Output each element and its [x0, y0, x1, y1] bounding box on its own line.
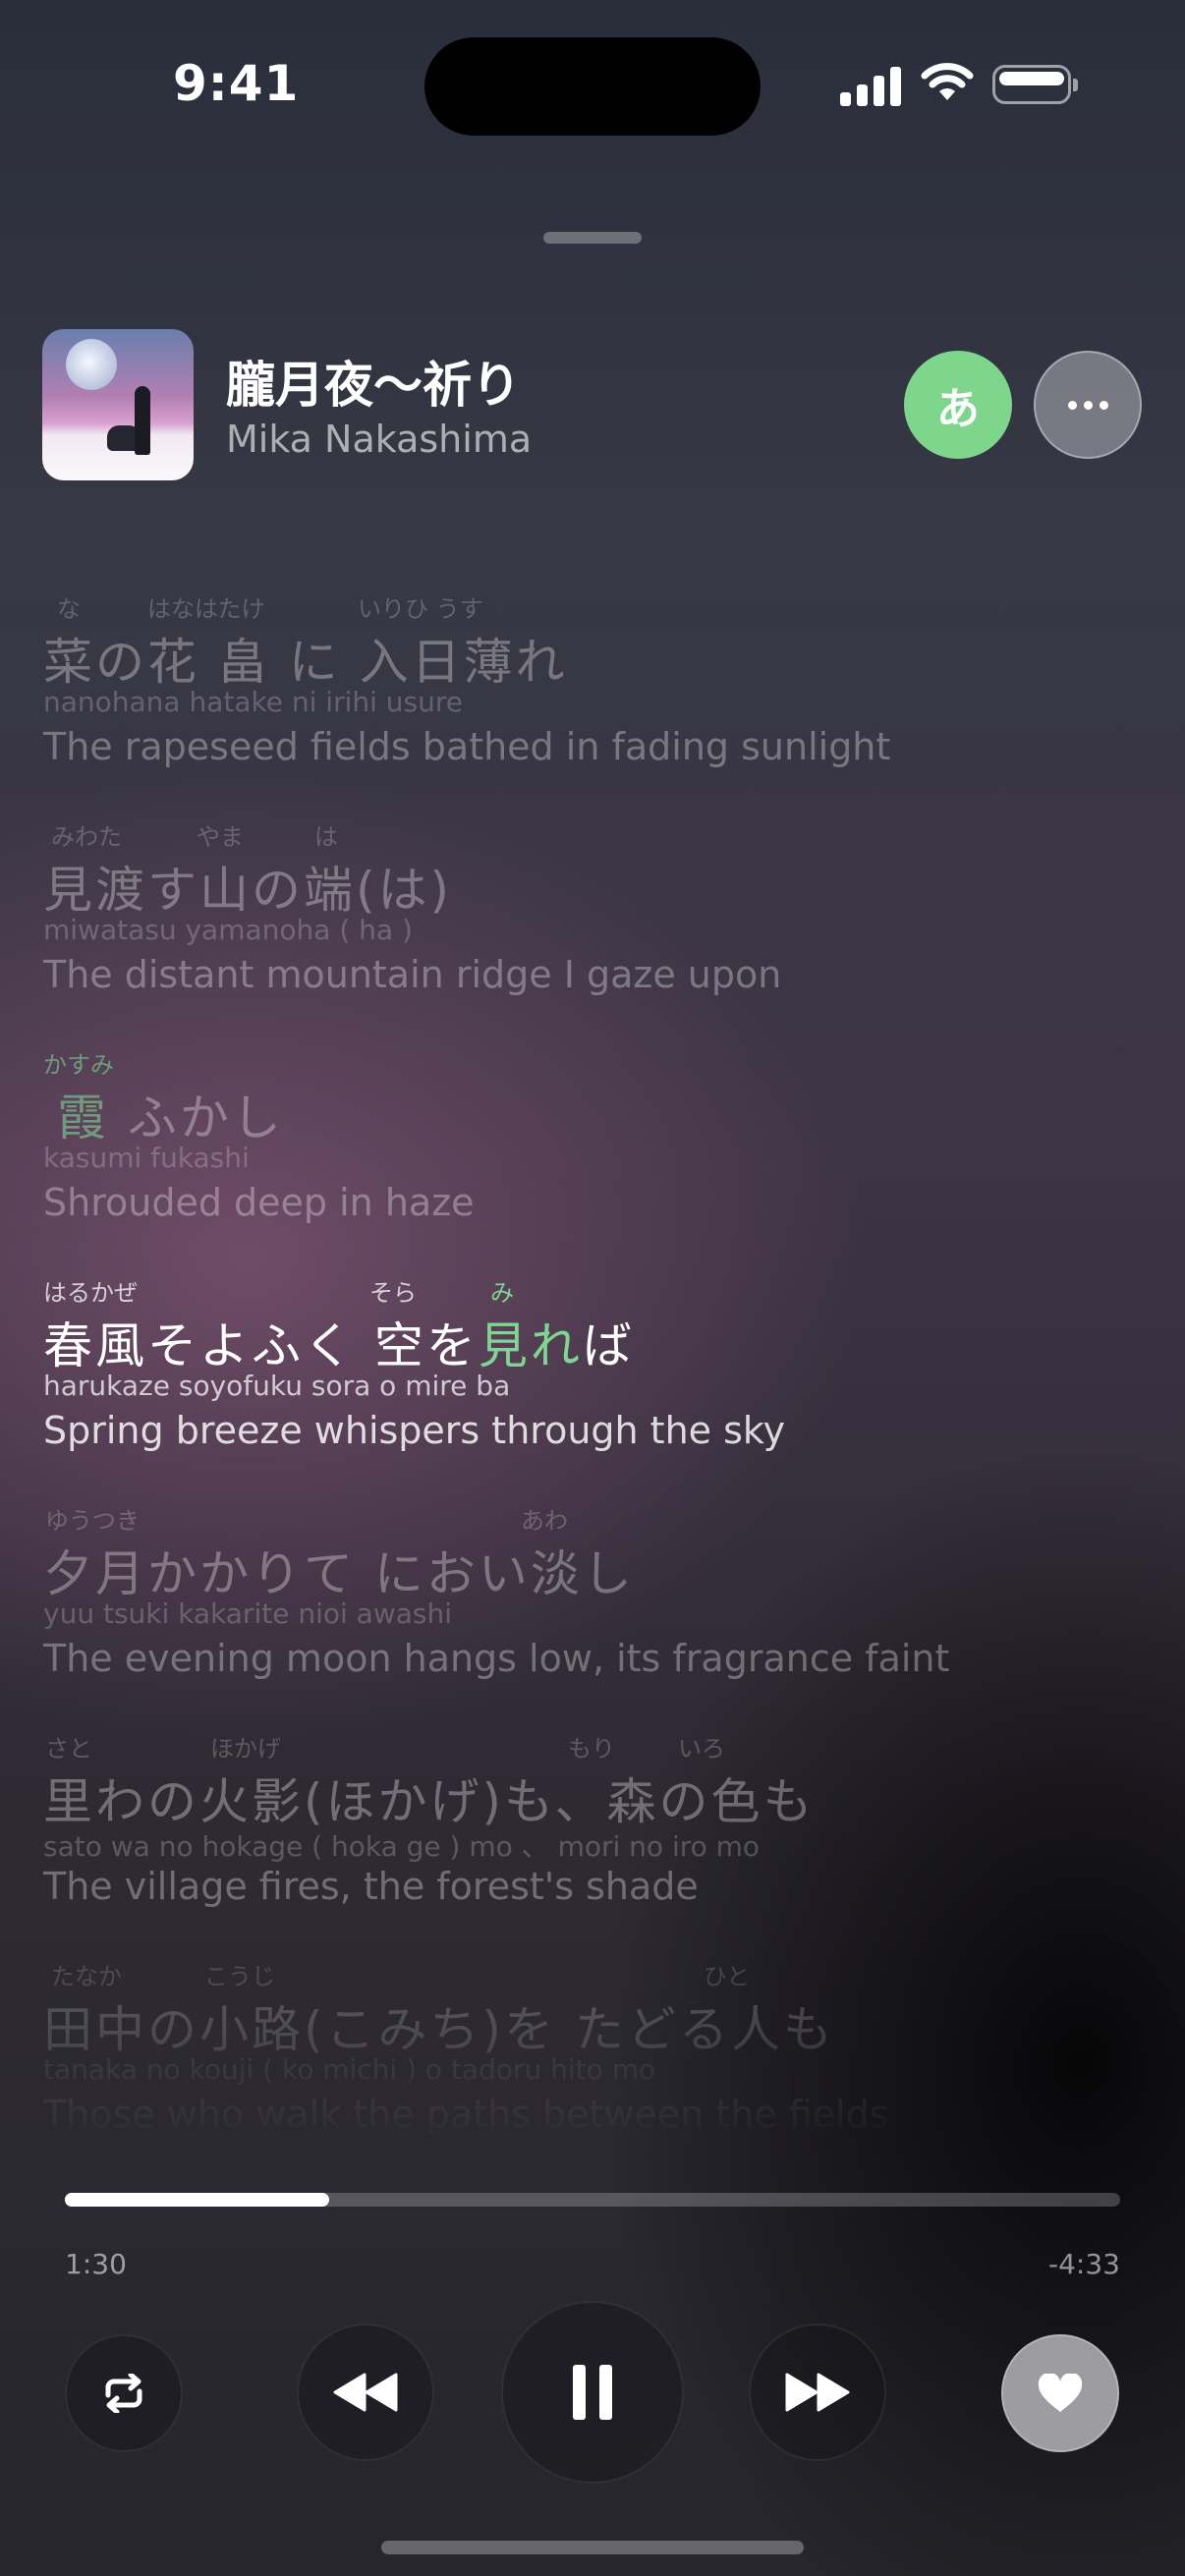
lyric-text: 里わの火影(ほかげ)も、森の色も	[43, 1773, 816, 1830]
progress-scrubber[interactable]	[65, 2193, 1120, 2207]
lyric-translation: Spring breeze whispers through the sky	[43, 1409, 786, 1452]
wifi-icon	[921, 63, 974, 100]
lyric-ruby: そら	[369, 1279, 417, 1307]
song-artist[interactable]: Mika Nakashima	[226, 418, 532, 461]
previous-button[interactable]	[297, 2324, 434, 2461]
lyric-ruby: ほかげ	[210, 1735, 281, 1763]
more-options-button[interactable]	[1034, 351, 1142, 459]
lyrics-view[interactable]: な はなはたけ いりひ うす 菜の花 畠 に 入日薄れ nanohana hat…	[0, 575, 1185, 2147]
lyric-translation: The evening moon hangs low, its fragranc…	[43, 1637, 950, 1680]
lyric-line[interactable]: みわた やま は 見渡す山の端(は) miwatasu yamanoha ( h…	[43, 817, 1144, 996]
lyric-ruby: こうじ	[204, 1963, 275, 1990]
sheet-grabber[interactable]	[543, 232, 642, 244]
lyric-ruby: ひと	[704, 1963, 751, 1990]
repeat-button[interactable]	[65, 2334, 183, 2452]
lyric-ruby: いりひ うす	[358, 595, 483, 623]
lyric-ruby: みわた	[51, 823, 122, 851]
lyric-ruby: み	[490, 1279, 514, 1307]
next-button[interactable]	[749, 2324, 886, 2461]
lyric-text: 見渡す山の端(は)	[43, 862, 453, 919]
play-pause-button[interactable]	[501, 2301, 684, 2484]
lyric-ruby: たなか	[51, 1963, 122, 1990]
home-indicator[interactable]	[381, 2541, 804, 2554]
lyric-line[interactable]: たなか こうじ ひと 田中の小路(こみち)を たどる人も tanaka no k…	[43, 1957, 1144, 2136]
dynamic-island	[424, 37, 761, 136]
lyric-ruby: ゆうつき	[45, 1507, 140, 1535]
lyric-text: 夕月かかりて におい淡し	[43, 1545, 635, 1602]
lyric-ruby: あわ	[521, 1507, 568, 1535]
remaining-time: -4:33	[1048, 2248, 1120, 2280]
lyric-translation: Those who walk the paths between the fie…	[43, 2093, 889, 2136]
lyric-ruby: いろ	[678, 1735, 725, 1763]
backward-icon	[333, 2373, 398, 2412]
album-artwork[interactable]	[42, 329, 194, 480]
lyric-translation: The rapeseed fields bathed in fading sun…	[43, 725, 891, 768]
lyric-translation: The distant mountain ridge I gaze upon	[43, 953, 782, 996]
repeat-icon	[105, 2374, 142, 2413]
song-title: 朧月夜〜祈り	[226, 357, 521, 414]
lyric-line[interactable]: な はなはたけ いりひ うす 菜の花 畠 に 入日薄れ nanohana hat…	[43, 589, 1144, 768]
lyric-line[interactable]: ゆうつき あわ 夕月かかりて におい淡し yuu tsuki kakarite …	[43, 1501, 1144, 1680]
furigana-toggle-button[interactable]: あ	[904, 351, 1012, 459]
more-icon	[1067, 400, 1077, 410]
progress-fill	[65, 2193, 329, 2207]
lyric-ruby: は	[314, 823, 338, 851]
heart-icon	[1038, 2374, 1083, 2412]
lyric-translation: The village fires, the forest's shade	[43, 1865, 699, 1908]
lyric-ruby: かすみ	[43, 1051, 114, 1079]
pause-icon	[573, 2365, 612, 2420]
lyric-ruby: な	[57, 595, 81, 623]
lyric-line-current[interactable]: はるかぜ そら み 春風そよふく 空を見れば harukaze soyofuku…	[43, 1273, 1144, 1452]
lyric-ruby: はなはたけ	[147, 595, 265, 623]
lyric-line[interactable]: かすみ 霞 ふかし kasumi fukashi Shrouded deep i…	[43, 1045, 1144, 1224]
forward-icon	[785, 2373, 850, 2412]
lyric-line[interactable]: さと ほかげ もり いろ 里わの火影(ほかげ)も、森の色も sato wa no…	[43, 1729, 1144, 1908]
lyric-ruby: はるかぜ	[43, 1279, 138, 1307]
lyric-text: 春風そよふく 空を見れば	[43, 1317, 635, 1374]
lyric-ruby: もり	[568, 1735, 615, 1763]
cellular-signal-icon	[840, 65, 903, 106]
lyric-translation: Shrouded deep in haze	[43, 1181, 475, 1224]
lyric-text: 田中の小路(こみち)を たどる人も	[43, 2001, 835, 2058]
lyric-text: 菜の花 畠 に 入日薄れ	[43, 634, 568, 691]
lyric-text: 霞 ふかし	[57, 1090, 284, 1147]
like-button[interactable]	[1001, 2334, 1119, 2452]
status-time: 9:41	[173, 55, 300, 112]
lyric-ruby: やま	[197, 823, 244, 851]
battery-icon	[992, 65, 1078, 104]
lyric-ruby: さと	[45, 1735, 92, 1763]
elapsed-time: 1:30	[65, 2248, 127, 2280]
